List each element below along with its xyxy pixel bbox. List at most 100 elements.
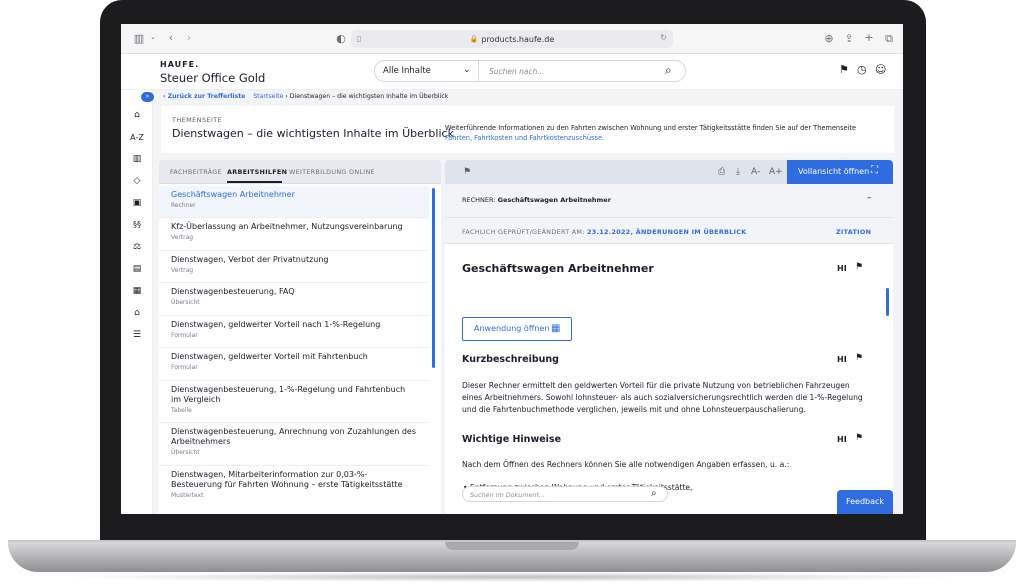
forward-icon[interactable]: › xyxy=(181,31,197,44)
page-icon: ▯ xyxy=(357,34,362,43)
review-label: FACHLICH GEPRÜFT/GEÄNDERT AM: xyxy=(462,228,585,236)
expand-icon: ⛶ xyxy=(871,165,878,176)
open-application-button[interactable]: Anwendung öffnen ▦ xyxy=(462,317,572,341)
expand-rail-button[interactable]: » xyxy=(141,92,154,102)
print-icon[interactable]: ⎙ xyxy=(718,167,725,177)
book-icon[interactable]: ▥ xyxy=(121,154,153,164)
paragraph-icon[interactable]: §§ xyxy=(121,220,153,229)
document-toolbar: ⚑ ⎙ ⤓ A- A+ Vollansicht öffnen ⛶ xyxy=(445,160,893,184)
app-header: HAUFE. Steuer Office Gold Alle Inhalte ⌄… xyxy=(121,54,903,90)
scale-icon[interactable]: ⚖ xyxy=(121,242,153,252)
user-icon[interactable]: ☺ xyxy=(875,63,886,76)
search-icon[interactable]: ⌕ xyxy=(651,488,657,499)
open-full-view-button[interactable]: Vollansicht öffnen ⛶ xyxy=(787,160,893,184)
topic-info-link[interactable]: Fahrten, Fahrtkosten und Fahrtkostenzusc… xyxy=(445,134,604,142)
haufe-logo[interactable]: HAUFE. xyxy=(160,60,199,69)
new-tab-icon[interactable]: + xyxy=(861,31,877,44)
shield-icon[interactable]: ◐ xyxy=(333,32,349,45)
chevron-down-icon[interactable]: ⌄ xyxy=(145,33,161,41)
product-name: Steuer Office Gold xyxy=(160,71,266,85)
collapse-icon[interactable]: – xyxy=(867,193,872,203)
search-icon[interactable]: ⌕ xyxy=(665,63,672,78)
list-item[interactable]: Dienstwagenbesteuerung, 1-%-Regelung und… xyxy=(159,381,429,423)
id-card-icon[interactable]: ▣ xyxy=(121,198,153,208)
list-item-type: Mustertext xyxy=(171,492,204,499)
lock-icon: 🔒 xyxy=(469,35,479,43)
list-item[interactable]: Dienstwagenbesteuerung, FAQ Übersicht xyxy=(159,283,429,316)
list-item-title: Dienstwagen, Mitarbeiterinformation zur … xyxy=(171,470,403,489)
topic-header: THEMENSEITE Dienstwagen – die wichtigste… xyxy=(161,106,894,153)
list-item[interactable]: Dienstwagen, Verbot der Privatnutzung Ver… xyxy=(159,251,429,283)
open-application-label: Anwendung öffnen xyxy=(474,324,550,333)
list-item[interactable]: Geschäftswagen Arbeitnehmer Rechner xyxy=(159,186,429,218)
list-item-title: Dienstwagen, Verbot der Privatnutzung xyxy=(171,255,329,264)
list-item-type: Formular xyxy=(171,332,198,339)
tabs-overview-icon[interactable]: ⧉ xyxy=(881,32,897,46)
bookmark-icon[interactable]: ⚑ xyxy=(463,167,471,177)
reload-icon[interactable]: ↻ xyxy=(660,33,667,42)
hi-icon[interactable]: HI xyxy=(837,264,847,273)
bookmark-icon[interactable]: ⚑ xyxy=(855,353,863,363)
share-icon[interactable]: ⇪ xyxy=(841,32,857,45)
font-increase-icon[interactable]: A+ xyxy=(769,167,783,177)
tab-arbeitshilfen[interactable]: ARBEITSHILFEN xyxy=(227,168,287,176)
chart-doc-icon[interactable]: ▤ xyxy=(121,264,153,274)
list-item-title: Kfz-Überlassung an Arbeitnehmer, Nutzung… xyxy=(171,222,403,231)
graduation-cap-icon[interactable]: ⌂ xyxy=(121,308,153,318)
list-scrollbar[interactable] xyxy=(432,188,435,368)
url-text: products.haufe.de xyxy=(481,34,555,44)
back-icon[interactable]: ‹ xyxy=(163,31,179,44)
calculator-label: RECHNER: Geschäftswagen Arbeitnehmer xyxy=(462,196,611,204)
section-heading-notes: Wichtige Hinweise xyxy=(462,434,562,445)
active-tab-indicator xyxy=(227,181,282,183)
list-item[interactable]: Dienstwagen, geldwerter Vorteil mit Fahr… xyxy=(159,348,429,381)
short-description: Dieser Rechner ermittelt den geldwerten … xyxy=(462,381,863,414)
download-icon[interactable]: ⤓ xyxy=(736,167,740,177)
section-heading-short: Kurzbeschreibung xyxy=(462,354,559,365)
bookmark-icon[interactable]: ⚑ xyxy=(855,433,863,443)
notes-paragraph: Nach dem Öffnen des Rechners können Sie … xyxy=(462,460,790,469)
review-info: FACHLICH GEPRÜFT/GEÄNDERT AM: 23.12.2022… xyxy=(462,228,747,236)
document-search-input[interactable]: Suchen im Dokument... xyxy=(470,491,545,499)
list-item[interactable]: Dienstwagenbesteuerung, Anrechnung von Z… xyxy=(159,423,429,466)
list-item-type: Tabelle xyxy=(171,407,192,414)
checklist-icon[interactable]: ☰ xyxy=(121,330,153,340)
search-scope-select[interactable]: Alle Inhalte xyxy=(383,66,431,76)
laptop-shadow xyxy=(60,572,964,582)
calculator-kicker: RECHNER: xyxy=(462,196,496,204)
document-search: Suchen im Dokument... ⌕ xyxy=(462,486,668,502)
list-item[interactable]: Dienstwagen, geldwerter Vorteil nach 1-%… xyxy=(159,316,429,348)
topic-kicker: THEMENSEITE xyxy=(172,116,223,124)
citation-link[interactable]: ZITATION xyxy=(836,228,871,236)
history-icon[interactable]: ◷ xyxy=(857,63,867,76)
tag-icon[interactable]: ◇ xyxy=(121,176,153,186)
hi-icon[interactable]: HI xyxy=(837,435,847,444)
back-to-results-link[interactable]: ‹ Zurück zur Trefferliste xyxy=(163,93,245,100)
feedback-button[interactable]: Feedback xyxy=(837,490,893,514)
list-item-title: Geschäftswagen Arbeitnehmer xyxy=(171,190,295,199)
review-changes-link[interactable]: 23.12.2022, ÄNDERUNGEN IM ÜBERBLICK xyxy=(587,228,746,236)
home-icon[interactable]: ⌂ xyxy=(121,110,153,120)
list-item-title: Dienstwagenbesteuerung, 1-%-Regelung und… xyxy=(171,385,406,404)
review-bar: FACHLICH GEPRÜFT/GEÄNDERT AM: 23.12.2022… xyxy=(445,218,893,244)
chevron-down-icon[interactable]: ⌄ xyxy=(463,65,471,75)
breadcrumb-home-link[interactable]: Startseite xyxy=(253,93,283,100)
list-item-type: Übersicht xyxy=(171,449,200,456)
document-scrollbar[interactable] xyxy=(886,288,889,316)
list-item[interactable]: Dienstwagen, Mitarbeiterinformation zur … xyxy=(159,466,429,510)
calculator-doc-icon[interactable]: ▦ xyxy=(121,286,153,296)
tab-fachbeitraege[interactable]: FACHBEITRÄGE xyxy=(170,168,222,176)
hi-icon[interactable]: HI xyxy=(837,355,847,364)
list-item-title: Dienstwagen, geldwerter Vorteil mit Fahr… xyxy=(171,352,368,361)
download-icon[interactable]: ⊕ xyxy=(821,32,837,45)
search-bar: Alle Inhalte ⌄ Suchen nach... ⌕ xyxy=(374,60,686,82)
tab-weiterbildung-online[interactable]: WEITERBILDUNG ONLINE xyxy=(289,168,375,176)
a-z-icon[interactable]: A-Z xyxy=(121,133,153,142)
url-bar[interactable]: ▯ 🔒 products.haufe.de ↻ xyxy=(351,30,673,48)
font-decrease-icon[interactable]: A- xyxy=(751,167,760,177)
list-item-type: Vertrag xyxy=(171,234,194,241)
list-item[interactable]: Kfz-Überlassung an Arbeitnehmer, Nutzung… xyxy=(159,218,429,251)
bookmark-icon[interactable]: ⚑ xyxy=(855,262,863,272)
bookmark-icon[interactable]: ⚑ xyxy=(839,63,849,76)
search-input[interactable]: Suchen nach... xyxy=(489,67,545,76)
